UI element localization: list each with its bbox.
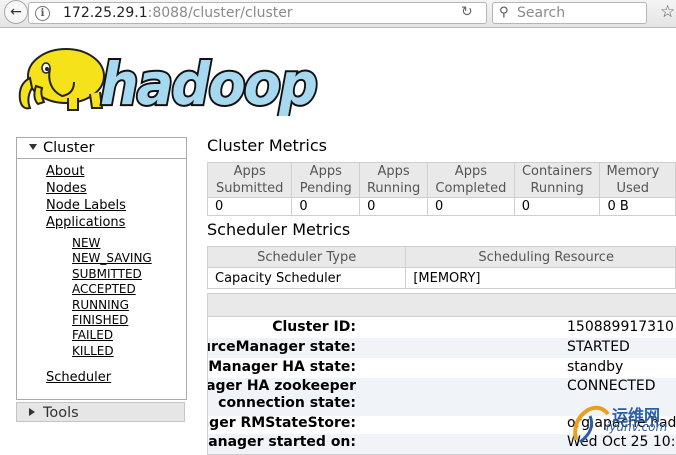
nav-link-about[interactable]: About (46, 164, 84, 179)
nav-link-nodes[interactable]: Nodes (46, 181, 87, 196)
value-scheduler-type: Capacity Scheduler (206, 267, 407, 289)
hadoop-wordmark: hadoop (100, 50, 316, 116)
nav-link-applications[interactable]: Applications (46, 215, 125, 230)
value-containers-running: 0 (513, 197, 601, 216)
cluster-metrics-title: Cluster Metrics (207, 136, 327, 155)
search-icon: ⚲ (499, 5, 509, 20)
watermark-subtext: iyunv.com (606, 420, 668, 434)
column-header-apps-running[interactable]: Apps Running (359, 162, 429, 198)
scheduler-metrics-table: Scheduler Type Scheduling Resource Capac… (206, 246, 676, 289)
nav-link-node-labels[interactable]: Node Labels (46, 198, 126, 213)
value-apps-completed: 0 (427, 197, 515, 216)
value-memory-used: 0 B (599, 197, 676, 216)
elephant-icon (18, 48, 105, 111)
info-value: STARTED (567, 339, 630, 355)
value-apps-pending: 0 (291, 197, 361, 216)
scheduler-metrics-title: Scheduler Metrics (207, 220, 351, 239)
info-label-line2: connection state: (218, 395, 356, 411)
expand-triangle-icon (29, 144, 37, 150)
nav-app-state-new-saving[interactable]: NEW_SAVING (72, 251, 152, 265)
nav-app-state-killed[interactable]: KILLED (72, 344, 114, 358)
bookmark-star-icon[interactable]: ☆ (660, 2, 675, 22)
address-bar[interactable]: i 172.25.29.1:8088/cluster/cluster ↻ (28, 2, 487, 24)
browser-toolbar: ← i 172.25.29.1:8088/cluster/cluster ↻ ⚲… (0, 0, 676, 28)
info-label: ResourceManager HA zookeeper (207, 378, 356, 394)
column-header-containers-running[interactable]: Containers Running (513, 162, 601, 198)
nav-app-state-submitted[interactable]: SUBMITTED (72, 267, 142, 281)
table-header-row: Scheduler Type Scheduling Resource (206, 246, 676, 268)
cluster-metrics-table: Apps Submitted Apps Pending Apps Running Ap… (206, 162, 676, 216)
search-placeholder: Search (517, 5, 566, 21)
column-header-apps-completed[interactable]: Apps Completed (427, 162, 515, 198)
value-apps-running: 0 (359, 197, 429, 216)
info-row-cluster-id: Cluster ID: 150889917310 (208, 318, 676, 338)
url-text[interactable]: 172.25.29.1:8088/cluster/cluster (63, 5, 293, 21)
column-header-apps-submitted[interactable]: Apps Submitted (206, 162, 293, 198)
search-input[interactable]: ⚲ Search (492, 2, 647, 24)
nav-app-state-finished[interactable]: FINISHED (72, 313, 128, 327)
info-value: standby (567, 359, 624, 375)
info-label: ResourceManager RMStateStore: (208, 415, 356, 431)
info-value: 150889917310 (567, 319, 674, 335)
reload-icon[interactable]: ↻ (461, 4, 473, 20)
nav-app-state-failed[interactable]: FAILED (72, 328, 113, 342)
info-label: ResourceManager state: (208, 339, 356, 355)
nav-app-state-accepted[interactable]: ACCEPTED (72, 282, 136, 296)
info-value: CONNECTED (567, 378, 656, 394)
info-label: ResourceManager HA state: (208, 359, 356, 375)
back-arrow-icon[interactable]: ← (4, 0, 28, 24)
info-label: Cluster ID: (272, 319, 356, 335)
tools-nav-header[interactable]: Tools (16, 402, 185, 422)
nav-link-scheduler[interactable]: Scheduler (46, 370, 111, 385)
cluster-nav-header[interactable]: Cluster (17, 138, 186, 159)
column-header-scheduler-type[interactable]: Scheduler Type (206, 246, 407, 268)
nav-app-state-new[interactable]: NEW (72, 236, 100, 250)
table-header-row: Apps Submitted Apps Pending Apps Running Ap… (206, 162, 676, 198)
column-header-scheduling-resource[interactable]: Scheduling Resource (405, 246, 676, 268)
info-row-rm-state: ResourceManager state: STARTED (208, 338, 676, 358)
table-row: 0 0 0 0 0 0 B (206, 197, 676, 216)
column-header-apps-pending[interactable]: Apps Pending (291, 162, 361, 198)
info-row-rm-ha-state: ResourceManager HA state: standby (208, 358, 676, 378)
nav-app-state-running[interactable]: RUNNING (72, 298, 129, 312)
info-label: ResourceManager started on: (208, 434, 356, 450)
table-row: Capacity Scheduler [MEMORY] (206, 267, 676, 289)
hadoop-logo: hadoop (18, 48, 320, 116)
column-header-memory-used[interactable]: Memory Used (599, 162, 676, 198)
value-apps-submitted: 0 (206, 197, 293, 216)
cluster-nav-panel: Cluster About Nodes Node Labels Applicat… (16, 137, 187, 400)
tools-nav-label: Tools (43, 405, 79, 421)
collapse-triangle-icon (29, 408, 35, 416)
info-icon[interactable]: i (35, 6, 50, 21)
value-scheduling-resource: [MEMORY] (405, 267, 676, 289)
cluster-nav-label: Cluster (43, 140, 95, 156)
cluster-info-header (208, 294, 676, 317)
